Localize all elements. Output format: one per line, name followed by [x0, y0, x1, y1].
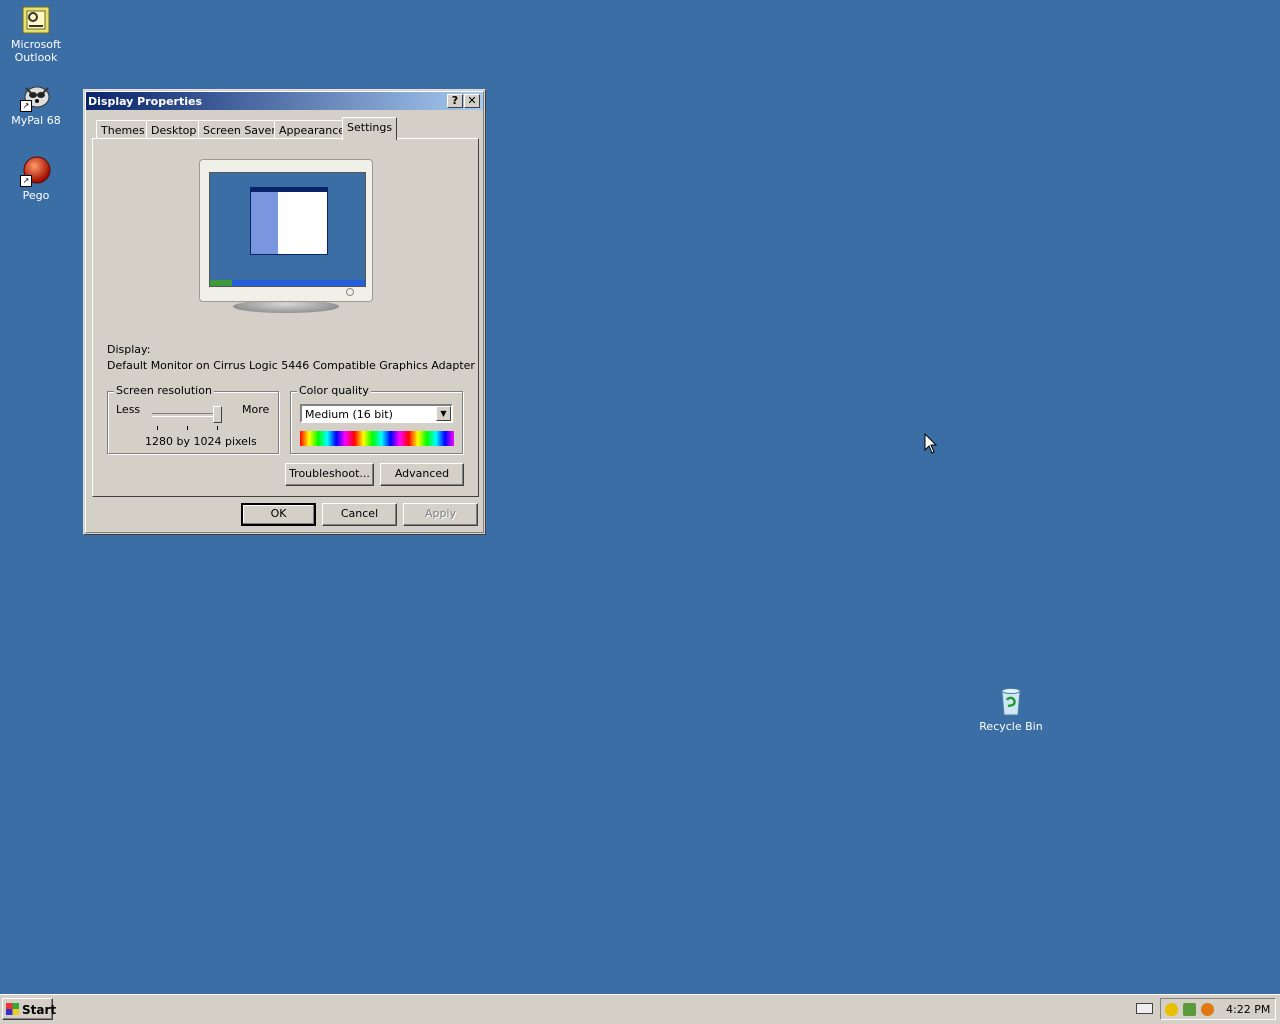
- tab-themes[interactable]: Themes: [96, 120, 150, 139]
- settings-panel: Display: Default Monitor on Cirrus Logic…: [92, 138, 479, 497]
- power-button-icon: [346, 288, 354, 296]
- close-button[interactable]: ✕: [464, 94, 480, 108]
- desktop-icon-label: Microsoft: [10, 38, 62, 51]
- resolution-slider-track[interactable]: [152, 413, 222, 417]
- display-properties-dialog: Display Properties ? ✕ Themes Desktop Sc…: [83, 89, 486, 535]
- tab-screen-saver[interactable]: Screen Saver: [198, 120, 281, 139]
- resolution-slider-thumb[interactable]: [213, 406, 222, 423]
- desktop-icon-mypal[interactable]: ↗ MyPal 68: [0, 80, 72, 127]
- shortcut-arrow-icon: ↗: [20, 100, 32, 112]
- pego-icon: ↗: [20, 155, 52, 187]
- color-quality-select[interactable]: Medium (16 bit) ▼: [300, 404, 453, 423]
- security-shield-icon[interactable]: [1165, 1003, 1178, 1016]
- screen-resolution-group: Screen resolution Less More 1280 by 1024…: [107, 384, 279, 454]
- slider-tick: [187, 426, 188, 430]
- windows-logo-icon: [6, 1003, 19, 1015]
- ok-button[interactable]: OK: [241, 503, 316, 526]
- tab-desktop[interactable]: Desktop: [146, 120, 202, 139]
- resolution-less-label: Less: [116, 403, 141, 416]
- dialog-title: Display Properties: [88, 95, 203, 108]
- slider-tick: [157, 426, 158, 430]
- desktop-icon-pego[interactable]: ↗ Pego: [0, 155, 72, 202]
- tab-appearance[interactable]: Appearance: [274, 120, 351, 139]
- help-button[interactable]: ?: [447, 94, 463, 108]
- system-tray: 4:22 PM: [1160, 998, 1276, 1020]
- desktop-icon-label: Outlook: [14, 51, 58, 64]
- taskbar: Start 4:22 PM: [0, 994, 1280, 1024]
- color-quality-legend: Color quality: [297, 384, 371, 397]
- preview-window: [250, 187, 328, 255]
- resolution-more-label: More: [242, 403, 270, 416]
- desktop-icon-label: Pego: [22, 189, 50, 202]
- preview-start: [210, 280, 232, 286]
- network-icon[interactable]: [1183, 1003, 1196, 1016]
- outlook-icon: [20, 4, 52, 36]
- display-value: Default Monitor on Cirrus Logic 5446 Com…: [107, 359, 475, 372]
- desktop-icon-outlook[interactable]: Microsoft Outlook: [0, 4, 72, 64]
- desktop-icon-label: MyPal 68: [11, 114, 61, 127]
- screen-resolution-legend: Screen resolution: [114, 384, 214, 397]
- color-quality-group: Color quality Medium (16 bit) ▼: [290, 384, 463, 454]
- tab-settings[interactable]: Settings: [342, 117, 398, 140]
- color-quality-value: Medium (16 bit): [305, 408, 393, 421]
- chevron-down-icon[interactable]: ▼: [436, 406, 451, 421]
- monitor-preview: [199, 159, 373, 313]
- start-button[interactable]: Start: [2, 998, 57, 1020]
- apply-button[interactable]: Apply: [403, 503, 478, 526]
- keyboard-icon[interactable]: [1136, 1003, 1153, 1014]
- monitor-screen: [209, 172, 366, 287]
- recycle-bin-icon: [995, 686, 1027, 718]
- resolution-value: 1280 by 1024 pixels: [145, 435, 257, 448]
- color-spectrum-bar: [300, 431, 454, 446]
- troubleshoot-button[interactable]: Troubleshoot...: [285, 463, 374, 486]
- advanced-button[interactable]: Advanced: [380, 463, 464, 486]
- dialog-titlebar[interactable]: Display Properties ? ✕: [86, 92, 483, 110]
- cancel-button[interactable]: Cancel: [322, 503, 397, 526]
- clock[interactable]: 4:22 PM: [1226, 1003, 1270, 1016]
- desktop-icon-label: Recycle Bin: [979, 720, 1043, 733]
- start-label: Start: [22, 1003, 57, 1017]
- mypal-icon: ↗: [20, 80, 52, 112]
- search-icon[interactable]: [1201, 1003, 1214, 1016]
- monitor-bezel: [199, 159, 373, 302]
- preview-taskbar: [210, 280, 365, 286]
- display-label: Display:: [107, 343, 151, 356]
- desktop-icon-recycle-bin[interactable]: Recycle Bin: [975, 686, 1047, 733]
- shortcut-arrow-icon: ↗: [20, 175, 32, 187]
- slider-tick: [217, 426, 218, 430]
